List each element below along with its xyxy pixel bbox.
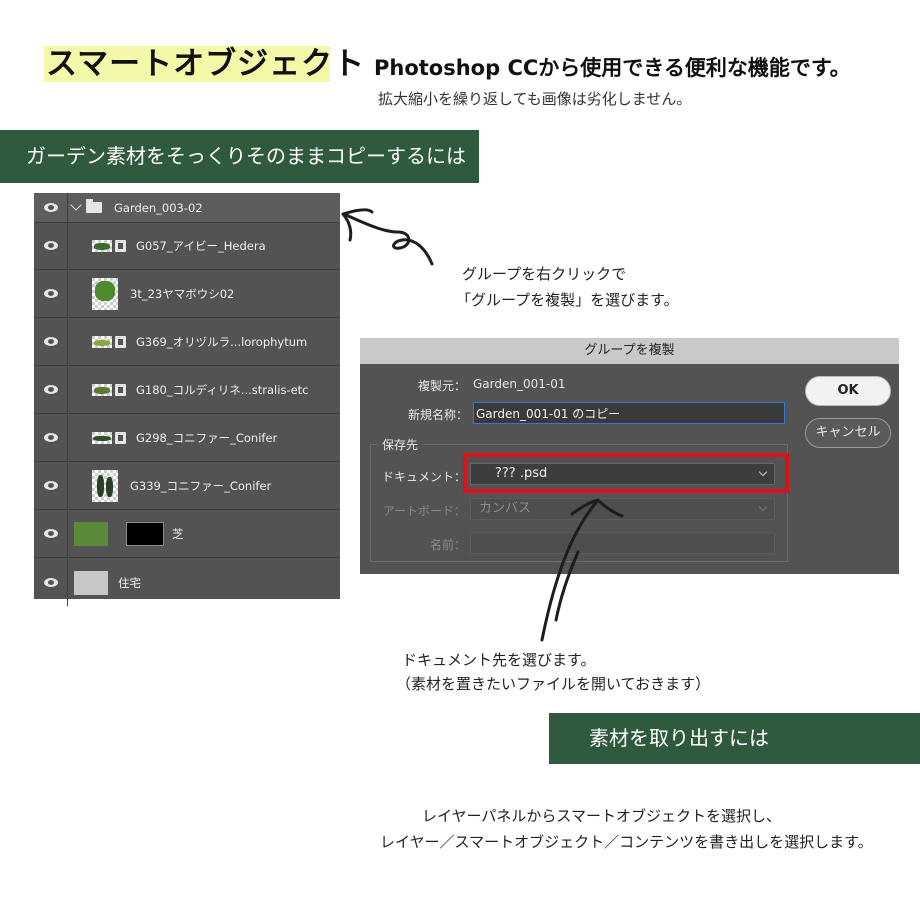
annotation-document-2: （素材を置きたいファイルを開いておきます） [396, 675, 711, 693]
hand-drawn-arrows [341, 208, 624, 642]
arrow-to-group [341, 208, 434, 266]
section2-heading: 素材を取り出すには [549, 713, 920, 764]
instruction-line-2: レイヤー／スマートオブジェクト／コンテンツを書き出しを選択します。 [380, 833, 873, 851]
annotation-document-1: ドキュメント先を選びます。 [402, 651, 596, 669]
instruction-line-1: レイヤーパネルからスマートオブジェクトを選択し、 [422, 807, 781, 825]
arrow-to-document [540, 498, 624, 642]
